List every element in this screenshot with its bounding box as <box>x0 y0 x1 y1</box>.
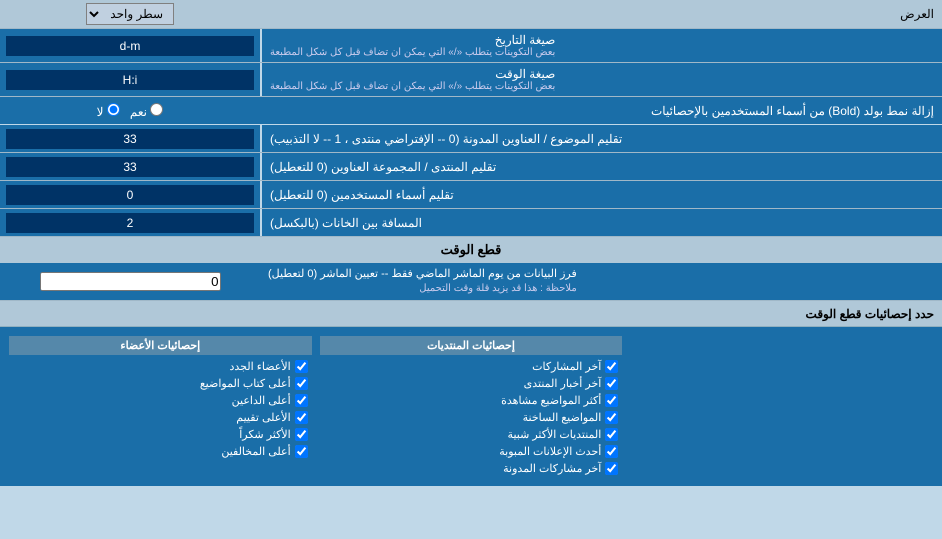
forum-titles-input-wrapper <box>0 153 260 180</box>
stat-item: أحدث الإعلانات المبوبة <box>320 443 623 460</box>
stats-limit-label: حدد إحصائيات قطع الوقت <box>8 307 934 321</box>
stat-item: الأعلى تقييم <box>9 409 312 426</box>
cutoff-header: قطع الوقت <box>0 237 942 263</box>
column-spacing-row: المسافة بين الخانات (بالبكسل) <box>0 209 942 237</box>
cutoff-input-wrapper <box>0 263 260 300</box>
bold-radio-wrapper: نعم لا <box>0 100 260 122</box>
stats-limit-header: حدد إحصائيات قطع الوقت <box>0 301 942 327</box>
stat-checkbox-2-3[interactable] <box>295 411 308 424</box>
display-select-wrapper: سطر واحد سطرين ثلاثة أسطر <box>0 0 260 28</box>
date-format-input-wrapper <box>0 29 260 62</box>
stat-checkbox-1-0[interactable] <box>605 360 618 373</box>
stat-item: المواضيع الساخنة <box>320 409 623 426</box>
stat-item: آخر المشاركات <box>320 358 623 375</box>
stat-checkbox-1-1[interactable] <box>605 377 618 390</box>
stat-item: الأكثر شكراً <box>9 426 312 443</box>
time-format-label: صيغة الوقت بعض التكوينات يتطلب «/» التي … <box>260 63 942 96</box>
stats-section: إحصائيات المنتديات آخر المشاركات آخر أخب… <box>0 327 942 486</box>
forum-titles-row: تقليم المنتدى / المجموعة العناوين (0 للت… <box>0 153 942 181</box>
stat-checkbox-1-5[interactable] <box>605 445 618 458</box>
display-label: العرض <box>260 3 942 25</box>
main-container: العرض سطر واحد سطرين ثلاثة أسطر صيغة الت… <box>0 0 942 486</box>
stat-item: آخر مشاركات المدونة <box>320 460 623 477</box>
display-select[interactable]: سطر واحد سطرين ثلاثة أسطر <box>86 3 174 25</box>
time-format-input[interactable] <box>6 70 254 90</box>
stat-checkbox-2-1[interactable] <box>295 377 308 390</box>
bold-no-radio[interactable] <box>107 103 120 116</box>
stat-checkbox-2-4[interactable] <box>295 428 308 441</box>
topic-titles-input-wrapper <box>0 125 260 152</box>
stat-item: أعلى الداعين <box>9 392 312 409</box>
bold-row: إزالة نمط بولد (Bold) من أسماء المستخدمي… <box>0 97 942 125</box>
display-row: العرض سطر واحد سطرين ثلاثة أسطر <box>0 0 942 29</box>
column-spacing-input[interactable] <box>6 213 254 233</box>
stats-col-2: إحصائيات الأعضاء الأعضاء الجدد أعلى كتاب… <box>5 332 316 481</box>
stats-col2-header: إحصائيات الأعضاء <box>9 336 312 355</box>
topic-titles-input[interactable] <box>6 129 254 149</box>
date-format-input[interactable] <box>6 36 254 56</box>
user-names-input[interactable] <box>6 185 254 205</box>
stat-checkbox-1-6[interactable] <box>605 462 618 475</box>
stats-columns: إحصائيات المنتديات آخر المشاركات آخر أخب… <box>5 332 937 481</box>
forum-titles-input[interactable] <box>6 157 254 177</box>
bold-no-label: لا <box>97 103 120 119</box>
column-spacing-input-wrapper <box>0 209 260 236</box>
cutoff-input[interactable] <box>40 272 221 291</box>
user-names-row: تقليم أسماء المستخدمين (0 للتعطيل) <box>0 181 942 209</box>
stat-item: أكثر المواضيع مشاهدة <box>320 392 623 409</box>
topic-titles-row: تقليم الموضوع / العناوين المدونة (0 -- ا… <box>0 125 942 153</box>
bold-yes-radio[interactable] <box>150 103 163 116</box>
stats-col-3 <box>626 332 937 481</box>
stat-item: آخر أخبار المنتدى <box>320 375 623 392</box>
stats-col-1: إحصائيات المنتديات آخر المشاركات آخر أخب… <box>316 332 627 481</box>
stat-checkbox-2-0[interactable] <box>295 360 308 373</box>
stats-col1-header: إحصائيات المنتديات <box>320 336 623 355</box>
stat-item: أعلى كتاب المواضيع <box>9 375 312 392</box>
stat-checkbox-2-5[interactable] <box>295 445 308 458</box>
stat-checkbox-1-3[interactable] <box>605 411 618 424</box>
user-names-label: تقليم أسماء المستخدمين (0 للتعطيل) <box>260 181 942 208</box>
stat-checkbox-1-4[interactable] <box>605 428 618 441</box>
forum-titles-label: تقليم المنتدى / المجموعة العناوين (0 للت… <box>260 153 942 180</box>
user-names-input-wrapper <box>0 181 260 208</box>
stat-item: أعلى المخالفين <box>9 443 312 460</box>
bold-yes-label: نعم <box>130 103 163 119</box>
stats-col3-header <box>630 336 933 362</box>
time-format-input-wrapper <box>0 63 260 96</box>
date-format-row: صيغة التاريخ بعض التكوينات يتطلب «/» الت… <box>0 29 942 63</box>
date-format-label: صيغة التاريخ بعض التكوينات يتطلب «/» الت… <box>260 29 942 62</box>
bold-label: إزالة نمط بولد (Bold) من أسماء المستخدمي… <box>260 100 942 122</box>
stat-item: الأعضاء الجدد <box>9 358 312 375</box>
cutoff-row: فرز البيانات من يوم الماشر الماضي فقط --… <box>0 263 942 301</box>
stat-checkbox-2-2[interactable] <box>295 394 308 407</box>
stat-item: المنتديات الأكثر شبية <box>320 426 623 443</box>
stat-checkbox-1-2[interactable] <box>605 394 618 407</box>
column-spacing-label: المسافة بين الخانات (بالبكسل) <box>260 209 942 236</box>
time-format-row: صيغة الوقت بعض التكوينات يتطلب «/» التي … <box>0 63 942 97</box>
topic-titles-label: تقليم الموضوع / العناوين المدونة (0 -- ا… <box>260 125 942 152</box>
cutoff-label: فرز البيانات من يوم الماشر الماضي فقط --… <box>260 263 942 300</box>
